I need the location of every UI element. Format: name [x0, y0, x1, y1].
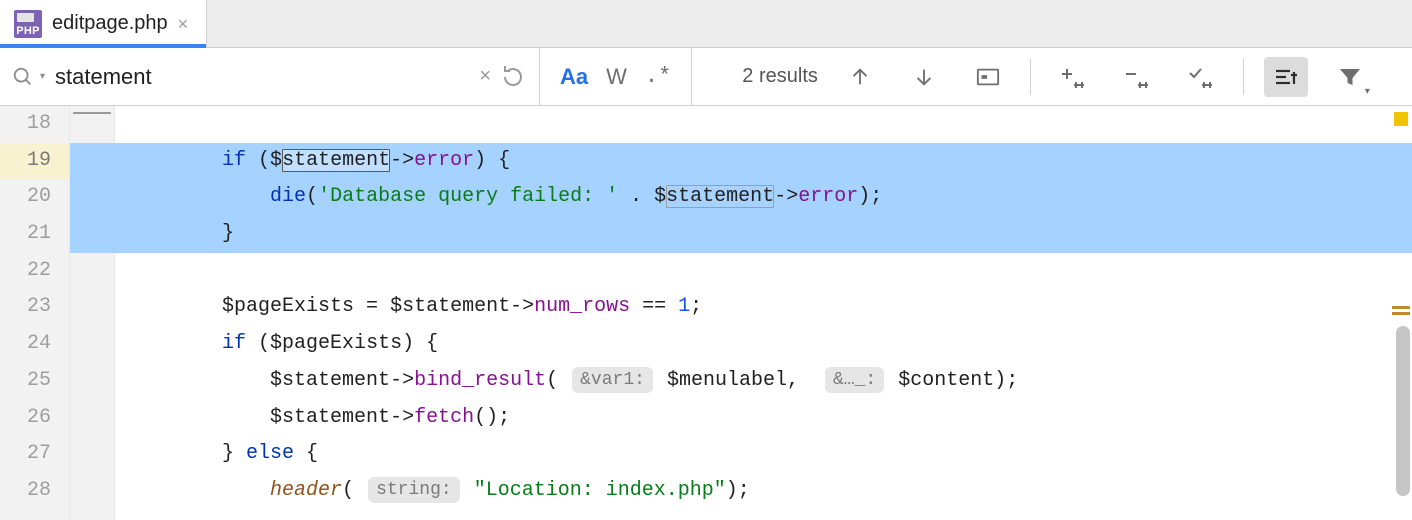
clear-search-icon[interactable]: × — [479, 65, 491, 88]
filter-search-mode-button[interactable] — [1264, 57, 1308, 97]
select-all-and-close-button[interactable] — [1179, 57, 1223, 97]
regex-toggle[interactable]: .* — [645, 64, 671, 89]
line-number: 23 — [0, 289, 69, 326]
tab-filename: editpage.php — [52, 12, 168, 35]
code-line: if ($pageExists) { — [70, 326, 1412, 363]
find-input-group: ▾ × — [0, 48, 540, 105]
line-number: 28 — [0, 473, 69, 510]
line-number: 21 — [0, 216, 69, 253]
search-history-chevron-icon[interactable]: ▾ — [40, 71, 45, 82]
find-input[interactable] — [53, 63, 469, 91]
find-results-area: 2 results ▾ × — [692, 48, 1412, 105]
scrollbar-thumb[interactable] — [1396, 326, 1410, 496]
match-case-toggle[interactable]: Aa — [560, 64, 588, 90]
file-tab-editpage[interactable]: PHP editpage.php × — [0, 0, 207, 47]
code-line: $statement->fetch(); — [70, 400, 1412, 437]
line-number: 25 — [0, 363, 69, 400]
inspection-warning-icon[interactable] — [1394, 112, 1408, 126]
remove-selection-from-find-button[interactable] — [1115, 57, 1159, 97]
find-filter-button[interactable]: ▾ — [1328, 57, 1372, 97]
whole-words-toggle[interactable]: W — [606, 64, 627, 90]
prev-match-button[interactable] — [838, 57, 882, 97]
search-match-marker[interactable] — [1392, 312, 1410, 315]
close-tab-icon[interactable]: × — [178, 15, 189, 33]
search-icon — [12, 66, 34, 88]
editor-scroll-markers[interactable] — [1390, 106, 1412, 520]
parameter-hint: string: — [368, 477, 460, 503]
editor-tabbar: PHP editpage.php × — [0, 0, 1412, 48]
find-reset-icon[interactable] — [501, 65, 525, 89]
code-line: header( string: "Location: index.php"); — [70, 473, 1412, 510]
code-line: die('Database query failed: ' . $stateme… — [70, 179, 1412, 216]
code-line: $pageExists = $statement->num_rows == 1; — [70, 289, 1412, 326]
code-line: if ($statement->error) { — [70, 143, 1412, 180]
code-line — [70, 106, 1412, 143]
line-number: 20 — [0, 179, 69, 216]
php-file-icon: PHP — [14, 10, 42, 38]
line-number: 18 — [0, 106, 69, 143]
find-results-count: 2 results — [742, 65, 818, 88]
code-line — [70, 253, 1412, 290]
select-all-occurrences-button[interactable] — [966, 57, 1010, 97]
search-match-marker[interactable] — [1392, 306, 1410, 309]
line-number: 22 — [0, 253, 69, 290]
code-line: } else { — [70, 436, 1412, 473]
find-options: Aa W .* — [540, 48, 692, 105]
add-selection-to-find-button[interactable] — [1051, 57, 1095, 97]
code-content[interactable]: if ($statement->error) { die('Database q… — [70, 106, 1412, 520]
code-line: $statement->bind_result( &var1: $menulab… — [70, 363, 1412, 400]
line-number: 24 — [0, 326, 69, 363]
code-line: } — [70, 216, 1412, 253]
find-toolbar: ▾ × Aa W .* 2 results — [0, 48, 1412, 106]
line-number: 19 — [0, 143, 69, 180]
toolbar-separator — [1243, 59, 1244, 95]
next-match-button[interactable] — [902, 57, 946, 97]
line-number: 26 — [0, 400, 69, 437]
parameter-hint: &var1: — [572, 367, 653, 393]
toolbar-separator — [1030, 59, 1031, 95]
parameter-hint: &…_: — [825, 367, 884, 393]
code-editor[interactable]: 18 19 20 21 22 23 24 25 26 27 28 if ($st… — [0, 106, 1412, 520]
line-number: 27 — [0, 436, 69, 473]
line-number-gutter: 18 19 20 21 22 23 24 25 26 27 28 — [0, 106, 70, 520]
